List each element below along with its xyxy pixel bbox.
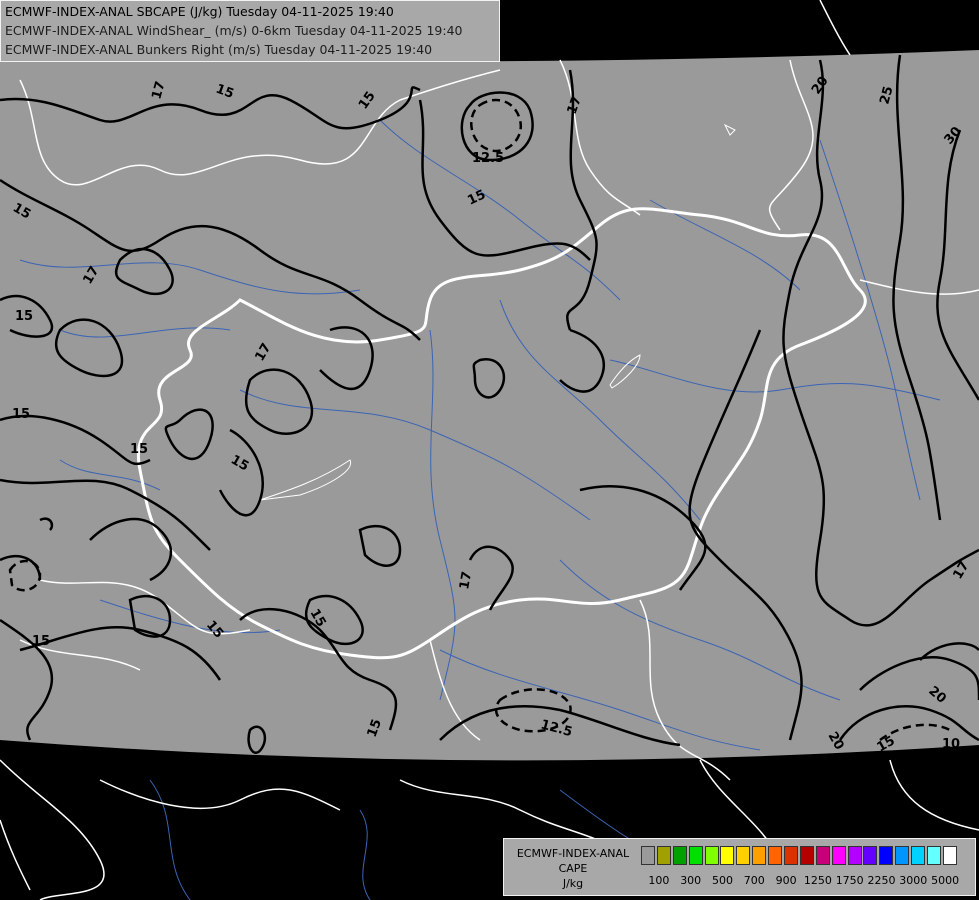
legend-swatch [831, 846, 846, 865]
legend-swatch [942, 846, 957, 865]
legend-swatch [672, 846, 687, 865]
legend-tick-labels: 100 300 500 700 900 1250 1750 2250 3000 5000 [641, 874, 971, 890]
legend-swatch [641, 846, 655, 865]
legend-swatch [784, 846, 799, 865]
contour-label: 15 [130, 442, 148, 457]
legend-tick-label: 500 [712, 874, 733, 887]
legend-swatch [863, 846, 878, 865]
weather-map: 17 15 15 12.5 15 17 15 17 15 17 15 15 15… [0, 0, 979, 900]
title-line-sbcape: ECMWF-INDEX-ANAL SBCAPE (J/kg) Tuesday 0… [5, 4, 394, 19]
legend-tick-label: 1750 [835, 874, 864, 887]
legend-swatch [656, 846, 671, 865]
legend-swatch [799, 846, 814, 865]
legend-swatch [879, 846, 894, 865]
legend-tick-label: 2250 [867, 874, 896, 887]
legend-title-field: CAPE [558, 862, 588, 875]
contour-label: 15 [15, 309, 33, 324]
contour-label: 15 [12, 407, 30, 422]
legend-swatch [688, 846, 703, 865]
title-line-bunkers: ECMWF-INDEX-ANAL Bunkers Right (m/s) Tue… [5, 42, 433, 57]
legend-tick-label: 5000 [931, 874, 960, 887]
legend-swatches [641, 846, 959, 865]
map-title-block: ECMWF-INDEX-ANAL SBCAPE (J/kg) Tuesday 0… [0, 0, 500, 62]
legend-title-units: J/kg [562, 877, 584, 890]
contour-label: 10 [942, 737, 960, 752]
legend-swatch [720, 846, 735, 865]
legend-swatch [736, 846, 751, 865]
legend-swatch [911, 846, 926, 865]
legend-swatch [704, 846, 719, 865]
legend-swatch [768, 846, 783, 865]
legend-tick-label: 100 [648, 874, 670, 887]
title-line-windshear: ECMWF-INDEX-ANAL WindShear_ (m/s) 0-6km … [5, 23, 463, 38]
legend-tick-label: 1250 [803, 874, 832, 887]
legend-tick-label: 3000 [899, 874, 928, 887]
legend-swatch [752, 846, 767, 865]
contour-label: 15 [32, 634, 50, 649]
legend-swatch [815, 846, 830, 865]
contour-label: 17 [457, 570, 475, 590]
legend-swatch [895, 846, 910, 865]
legend-swatch [847, 846, 862, 865]
contour-label: 12.5 [472, 151, 504, 166]
legend-tick-label: 300 [680, 874, 702, 887]
cape-legend: ECMWF-INDEX-ANAL CAPE J/kg 100 300 500 700 9… [503, 838, 976, 896]
legend-tick-label: 700 [743, 874, 765, 887]
legend-swatch [927, 846, 942, 865]
legend-title: ECMWF-INDEX-ANAL CAPE J/kg [508, 846, 638, 891]
legend-title-source: ECMWF-INDEX-ANAL [516, 847, 630, 860]
legend-tick-label: 900 [775, 874, 797, 887]
